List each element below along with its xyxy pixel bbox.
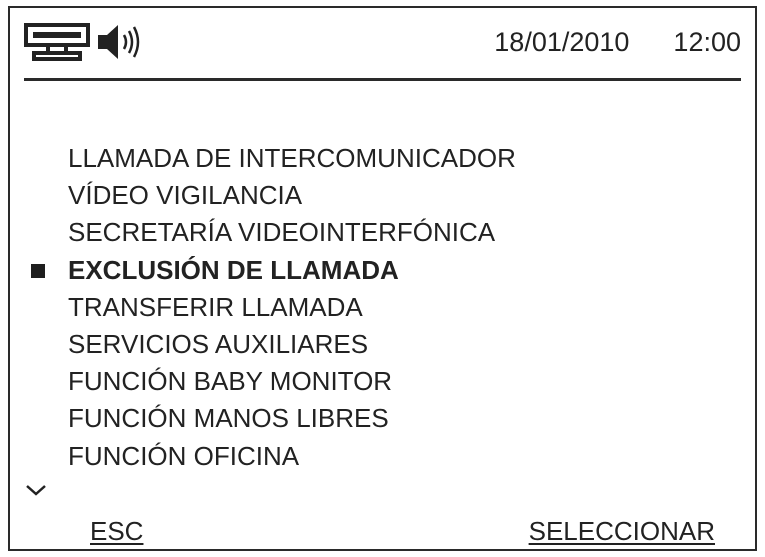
menu-item-servicios-auxiliares[interactable]: SERVICIOS AUXILIARES <box>68 326 516 363</box>
status-bar: 18/01/2010 12:00 <box>10 8 755 80</box>
menu-item-llamada-intercomunicador[interactable]: LLAMADA DE INTERCOMUNICADOR <box>68 140 516 177</box>
menu-item-oficina[interactable]: FUNCIÓN OFICINA <box>68 438 516 475</box>
menu-item-exclusion-llamada[interactable]: EXCLUSIÓN DE LLAMADA <box>31 252 516 289</box>
menu-item-label: FUNCIÓN BABY MONITOR <box>68 366 393 397</box>
chevron-down-icon[interactable] <box>24 482 48 503</box>
menu-item-label: VÍDEO VIGILANCIA <box>68 180 303 211</box>
select-button[interactable]: SELECCIONAR <box>529 516 715 546</box>
menu-item-label: LLAMADA DE INTERCOMUNICADOR <box>68 143 516 173</box>
menu-item-baby-monitor[interactable]: FUNCIÓN BABY MONITOR <box>68 363 516 400</box>
date-label: 18/01/2010 <box>494 27 630 57</box>
menu-item-label: FUNCIÓN MANOS LIBRES <box>68 403 389 434</box>
menu-item-transferir-llamada[interactable]: TRANSFERIR LLAMADA <box>68 289 516 326</box>
main-menu: LLAMADA DE INTERCOMUNICADOR VÍDEO VIGILA… <box>31 140 516 475</box>
esc-button[interactable]: ESC <box>90 516 143 546</box>
time-label: 12:00 <box>673 27 741 57</box>
header-divider <box>24 78 741 81</box>
menu-item-manos-libres[interactable]: FUNCIÓN MANOS LIBRES <box>68 400 516 437</box>
menu-item-label: SERVICIOS AUXILIARES <box>68 328 369 359</box>
display-screen: 18/01/2010 12:00 LLAMADA DE INTERCOMUNICA… <box>8 6 757 551</box>
menu-item-video-vigilancia[interactable]: VÍDEO VIGILANCIA <box>68 177 516 214</box>
menu-item-label: TRANSFERIR LLAMADA <box>68 291 363 322</box>
menu-item-label: FUNCIÓN OFICINA <box>68 440 300 471</box>
menu-item-label: EXCLUSIÓN DE LLAMADA <box>68 254 399 285</box>
date-time: 18/01/2010 12:00 <box>494 26 741 58</box>
speaker-volume-icon <box>94 22 146 62</box>
selection-bullet-icon <box>31 263 45 278</box>
menu-item-secretaria-videointerfonica[interactable]: SECRETARÍA VIDEOINTERFÓNICA <box>68 214 516 251</box>
phone-network-icon <box>24 22 94 62</box>
status-icons <box>24 22 146 62</box>
menu-item-label: SECRETARÍA VIDEOINTERFÓNICA <box>68 217 496 248</box>
